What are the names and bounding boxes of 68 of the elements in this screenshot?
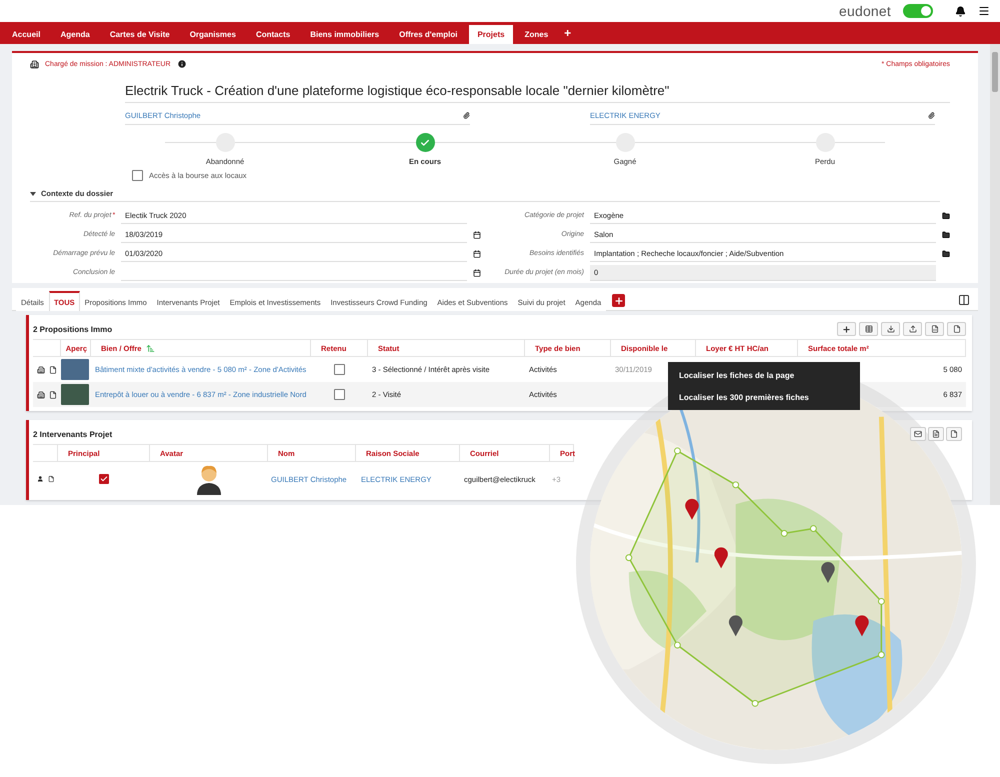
- folder-icon: [942, 230, 950, 238]
- check-icon: [100, 475, 108, 483]
- checkbox[interactable]: [99, 474, 109, 484]
- upload-icon: [908, 325, 916, 333]
- building-icon: [37, 390, 45, 398]
- logo: eudonet: [838, 3, 891, 19]
- building-icon: [37, 366, 45, 374]
- layout-icon[interactable]: [958, 294, 970, 306]
- document-icon: [952, 325, 960, 333]
- add-button[interactable]: [837, 322, 856, 336]
- spreadsheet-icon: [930, 325, 938, 333]
- document-icon: [49, 390, 57, 398]
- checkbox[interactable]: [334, 364, 345, 375]
- check-icon: [420, 138, 430, 148]
- document-icon: [932, 430, 940, 438]
- mail-button[interactable]: [910, 427, 926, 441]
- nav-tab[interactable]: Contacts: [248, 25, 298, 44]
- record-title: Electrik Truck - Création d'une plateforme logistique éco-responsable locale "dernier kilomètre": [125, 83, 950, 103]
- nav-tab[interactable]: Cartes de Visite: [102, 25, 178, 44]
- folder-icon: [942, 250, 950, 258]
- table-icon: [864, 325, 872, 333]
- export-button[interactable]: [925, 322, 944, 336]
- document-icon: [950, 430, 958, 438]
- folder-icon: [942, 212, 950, 220]
- photo-placeholder: [61, 359, 89, 380]
- document-button[interactable]: [947, 322, 966, 336]
- paperclip-icon: [928, 112, 935, 119]
- plus-icon: [614, 296, 624, 306]
- nav-tab[interactable]: Accueil: [4, 25, 48, 44]
- nav-tab[interactable]: Offres d'emploi: [391, 25, 466, 44]
- checkbox[interactable]: [334, 389, 345, 400]
- scrollbar[interactable]: [990, 44, 1000, 505]
- menu-item[interactable]: Localiser les 300 premières fiches: [679, 392, 860, 402]
- document-icon: [48, 475, 54, 483]
- photo-placeholder: [61, 384, 89, 405]
- document-icon: [49, 366, 57, 374]
- checkbox[interactable]: [132, 170, 143, 181]
- nav-tab[interactable]: Agenda: [52, 25, 98, 44]
- sort-icon[interactable]: [146, 344, 156, 352]
- add-tab-button[interactable]: [612, 294, 626, 307]
- paperclip-icon: [463, 112, 470, 119]
- panel-title: 2 Propositions Immo: [33, 324, 112, 334]
- caret-icon[interactable]: [30, 192, 36, 196]
- avatar-silhouette: [195, 463, 223, 495]
- calendar-icon: [473, 230, 481, 238]
- calendar-icon: [473, 250, 481, 258]
- nav-tab[interactable]: Zones: [516, 25, 556, 44]
- edit-button[interactable]: [928, 427, 944, 441]
- calendar-icon: [473, 268, 481, 276]
- person-icon: [37, 475, 44, 483]
- status-step[interactable]: [416, 133, 434, 152]
- plus-icon: [842, 324, 851, 334]
- table-button[interactable]: [859, 322, 878, 336]
- notification-bell-icon[interactable]: [955, 6, 966, 16]
- upload-button[interactable]: [903, 322, 922, 336]
- nav-tab[interactable]: Organismes: [182, 25, 244, 44]
- download-icon: [886, 325, 894, 333]
- panel-title: 2 Intervenants Projet: [33, 430, 112, 438]
- info-icon[interactable]: [176, 59, 187, 69]
- document-button[interactable]: [946, 427, 962, 441]
- mail-icon: [914, 430, 922, 438]
- add-tab-button[interactable]: +: [558, 22, 578, 44]
- nav-tab[interactable]: Biens immobiliers: [302, 25, 388, 44]
- nav-tab[interactable]: Projets: [469, 25, 513, 44]
- download-button[interactable]: [881, 322, 900, 336]
- building-icon: [30, 60, 39, 68]
- toggle-switch[interactable]: [903, 4, 933, 18]
- menu-icon[interactable]: [978, 5, 990, 17]
